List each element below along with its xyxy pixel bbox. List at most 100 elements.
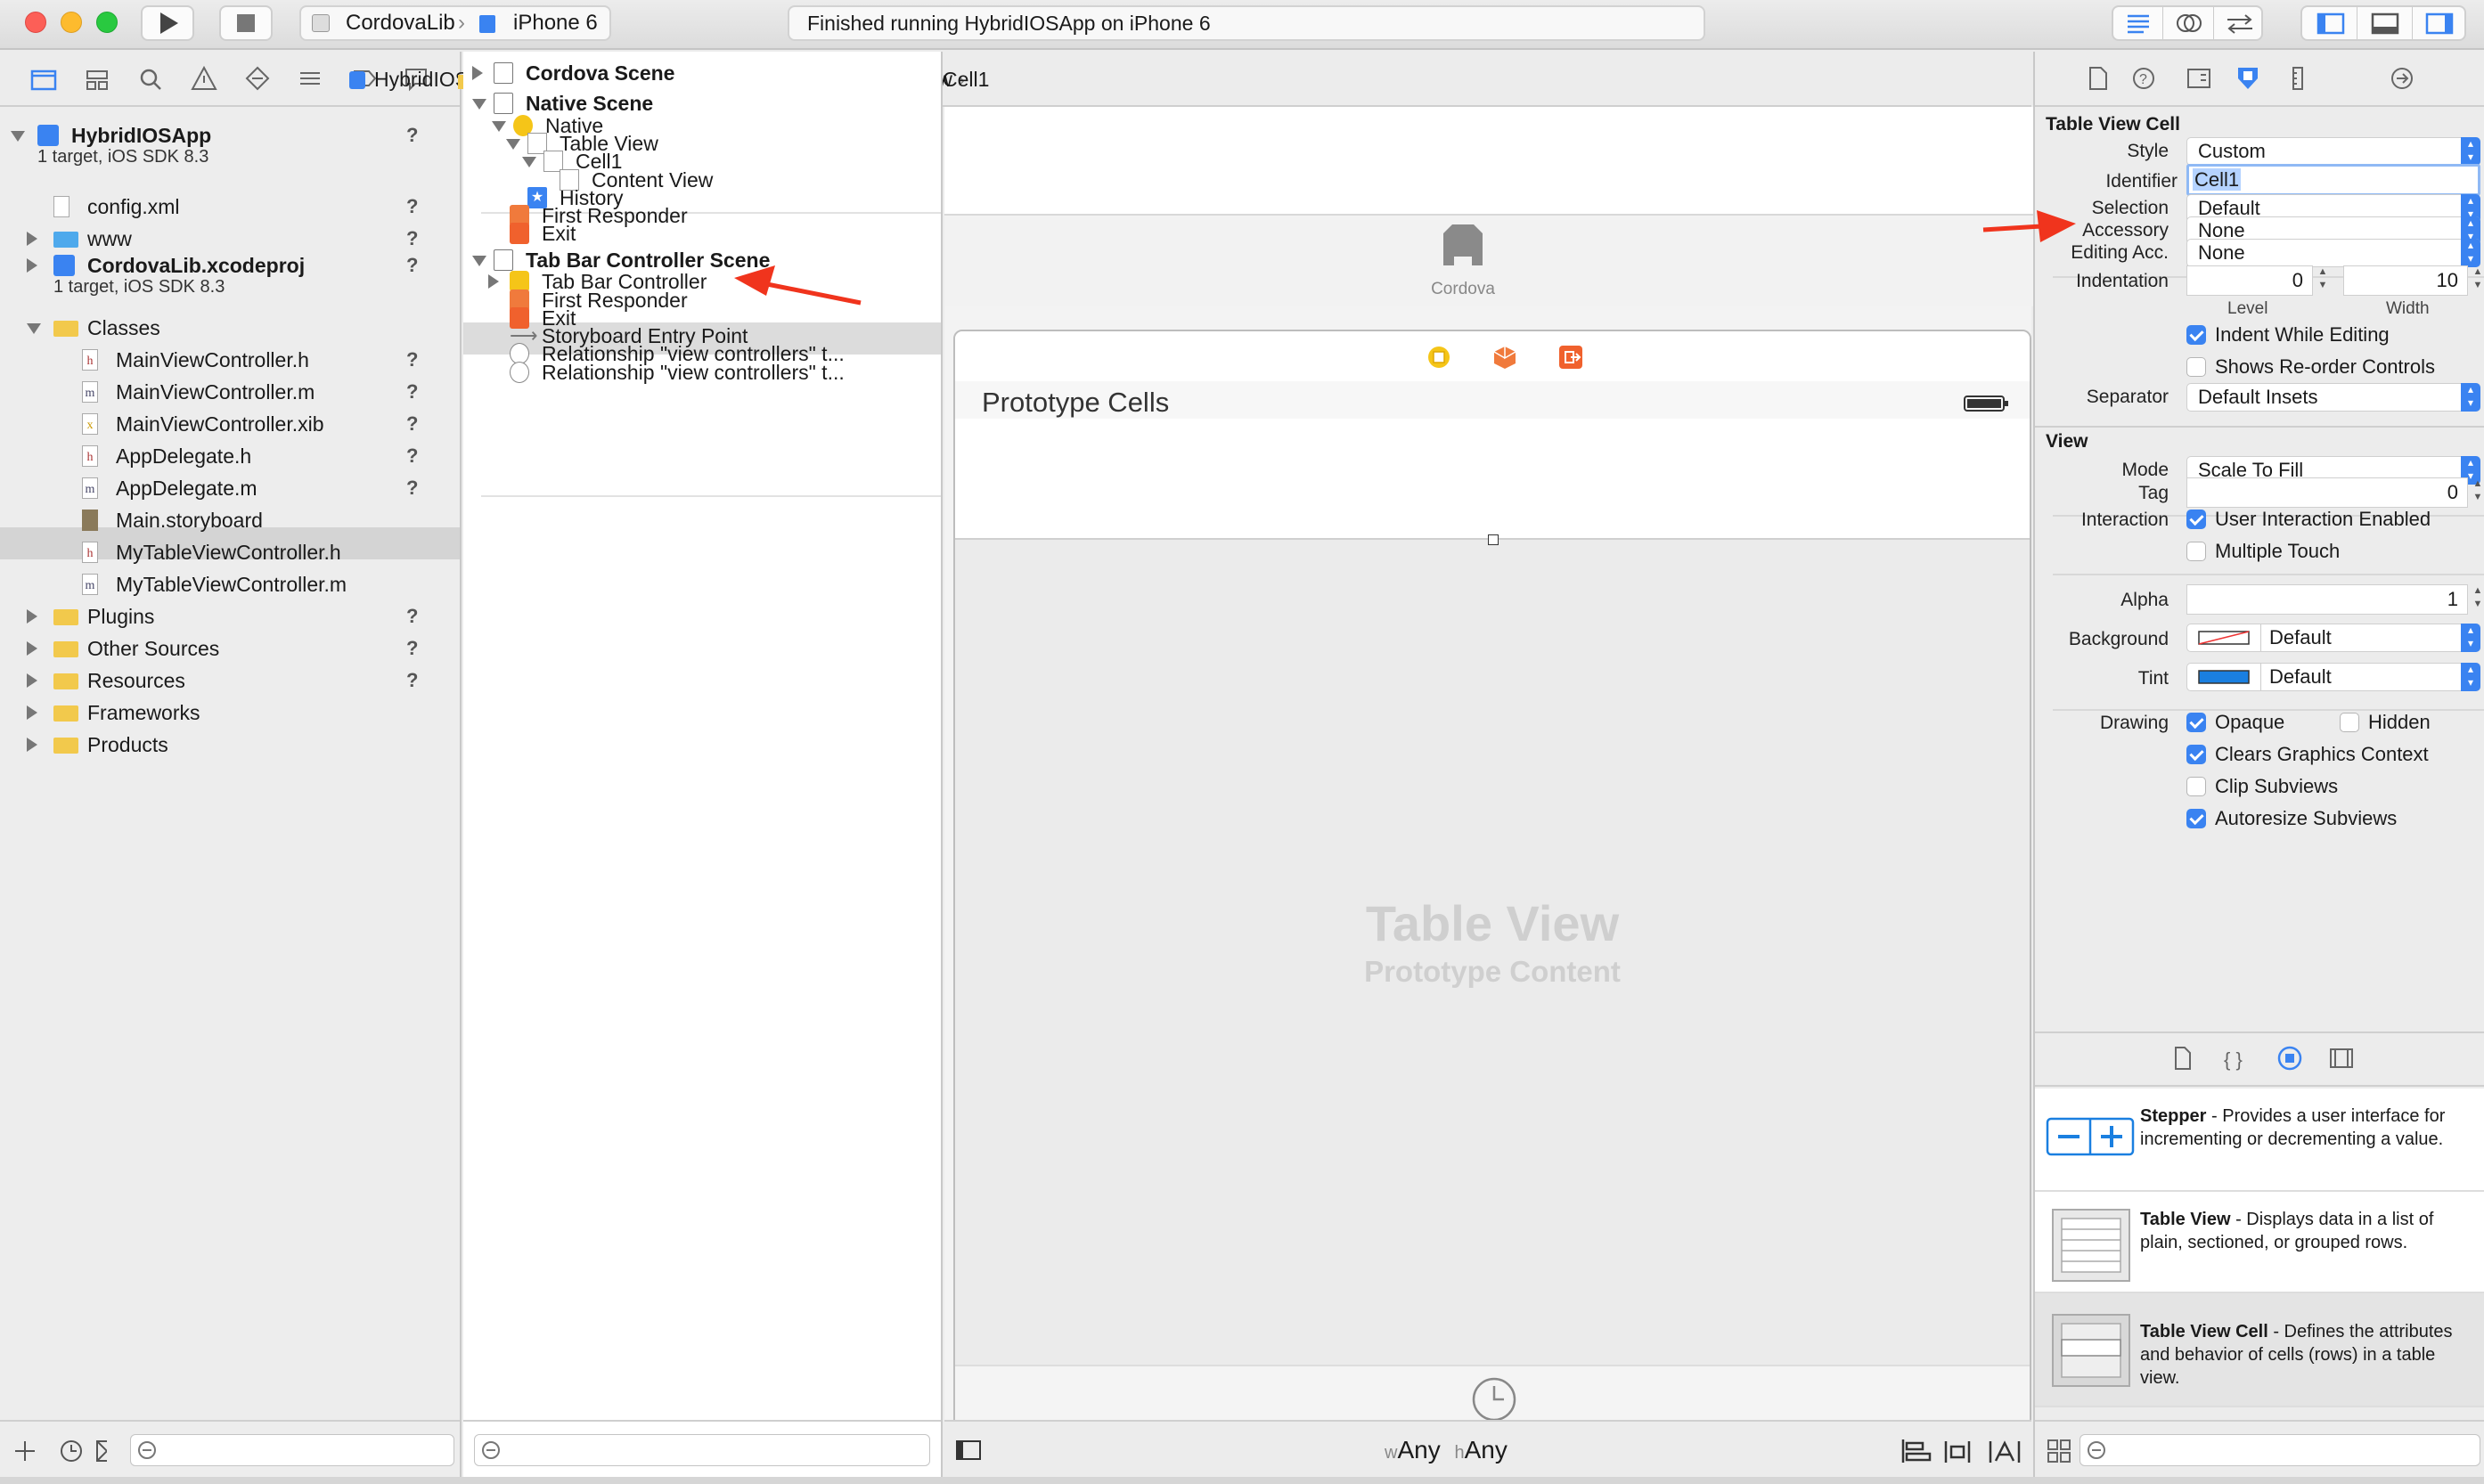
disclosure-closed-icon[interactable] [27, 641, 37, 656]
pin-icon[interactable] [1944, 1441, 1971, 1463]
navigator-item[interactable]: HybridIOSApp 1 target, iOS SDK 8.3? [0, 119, 460, 173]
standard-editor-button[interactable] [2113, 7, 2163, 39]
document-outline-toggle-icon[interactable] [955, 1439, 982, 1463]
object-library-icon[interactable] [2277, 1046, 2302, 1071]
scheme-selector[interactable]: CordovaLib › iPhone 6 [299, 5, 611, 41]
library-item-stepper[interactable]: Stepper - Provides a user interface for … [2035, 1089, 2484, 1192]
grid-view-icon[interactable] [2046, 1438, 2072, 1464]
library-item-table-view-cell[interactable]: Table View Cell - Defines the attributes… [2035, 1293, 2484, 1407]
prototype-cell-cell1[interactable] [955, 419, 2030, 540]
code-snippet-icon[interactable]: { } [2224, 1048, 2243, 1071]
toggle-navigator-button[interactable] [2302, 7, 2357, 39]
alpha-field[interactable]: 1 [2186, 584, 2468, 615]
navigator-item[interactable]: config.xml? [0, 191, 460, 223]
outline-item[interactable]: Cordova Scene [463, 57, 941, 89]
level-stepper[interactable]: ▲ ▼ [2315, 265, 2331, 296]
indentation-level-field[interactable]: 0 [2186, 265, 2313, 296]
clip-subviews-checkbox[interactable] [2186, 777, 2206, 796]
cell-resize-handle[interactable] [1488, 534, 1499, 545]
cordova-view-controller-icon[interactable] [1434, 221, 1491, 271]
navigator-item[interactable]: Products [0, 729, 460, 761]
resolve-issues-icon[interactable] [1989, 1440, 2021, 1463]
disclosure-open-icon[interactable] [11, 131, 25, 142]
clears-graphics-checkbox[interactable] [2186, 745, 2206, 764]
add-icon[interactable] [15, 1441, 35, 1461]
native-scene[interactable]: Prototype Cells Table View Prototype Con… [953, 330, 2031, 1432]
navigator-item[interactable]: h MyTableViewController.h [0, 536, 460, 568]
test-icon[interactable] [245, 66, 270, 91]
navigator-item[interactable]: Classes [0, 312, 460, 344]
connections-inspector-icon[interactable] [2391, 68, 2413, 89]
separator-select[interactable]: Default Insets ▴ ▾ [2186, 383, 2480, 412]
media-library-icon[interactable] [2330, 1048, 2353, 1068]
version-editor-button[interactable] [2215, 7, 2265, 39]
navigator-item[interactable]: Frameworks [0, 697, 460, 729]
user-interaction-checkbox[interactable] [2186, 510, 2206, 529]
size-inspector-icon[interactable] [2292, 67, 2303, 90]
folder-icon[interactable] [30, 69, 57, 91]
stop-button[interactable] [219, 5, 273, 41]
navigator-item[interactable]: Plugins? [0, 600, 460, 632]
storyboard-canvas[interactable]: Cordova Prototype Cells Table View Proto… [944, 107, 2047, 1477]
navigator-item[interactable]: h MainViewController.h? [0, 344, 460, 376]
disclosure-closed-icon[interactable] [27, 609, 37, 624]
exit-segue-icon[interactable] [1470, 1375, 1518, 1423]
hidden-checkbox[interactable] [2340, 713, 2359, 732]
search-icon[interactable] [140, 69, 161, 90]
identifier-field[interactable]: Cell1 [2186, 164, 2480, 196]
disclosure-closed-icon[interactable] [27, 673, 37, 688]
exit-dock-icon[interactable] [1557, 344, 1584, 371]
attributes-inspector-icon[interactable] [2238, 68, 2258, 89]
size-class-control[interactable]: wAny hAny [1385, 1436, 1508, 1464]
navigator-item[interactable]: Other Sources? [0, 632, 460, 665]
disclosure-open-icon[interactable] [27, 323, 41, 334]
view-controller-dock-icon[interactable] [1426, 344, 1452, 371]
editing-accessory-select[interactable]: None ▴ ▾ [2186, 239, 2480, 267]
disclosure-open-icon[interactable] [472, 99, 486, 110]
style-select[interactable]: Custom ▴ ▾ [2186, 137, 2480, 166]
debug-icon[interactable] [300, 72, 320, 85]
align-icon[interactable] [1901, 1439, 1932, 1463]
outline-filter-field[interactable] [474, 1434, 930, 1466]
navigator-item[interactable]: h AppDelegate.h? [0, 440, 460, 472]
tint-select[interactable]: Default ▴ ▾ [2186, 663, 2480, 691]
width-stepper[interactable]: ▲ ▼ [2470, 265, 2484, 296]
disclosure-closed-icon[interactable] [27, 705, 37, 720]
navigator-item[interactable]: CordovaLib.xcodeproj 1 target, iOS SDK 8.… [0, 249, 460, 303]
run-button[interactable] [141, 5, 194, 41]
zoom-window-button[interactable] [96, 12, 118, 33]
autoresize-subviews-checkbox[interactable] [2186, 809, 2206, 828]
disclosure-closed-icon[interactable] [27, 232, 37, 246]
recent-files-icon[interactable] [61, 1440, 82, 1462]
alpha-stepper[interactable]: ▲ ▼ [2470, 584, 2484, 615]
warning-icon[interactable] [191, 65, 217, 90]
first-responder-dock-icon[interactable] [1491, 344, 1518, 371]
navigator-item[interactable]: x MainViewController.xib? [0, 408, 460, 440]
assistant-editor-button[interactable] [2164, 7, 2214, 39]
indent-while-editing-checkbox[interactable] [2186, 325, 2206, 345]
shows-reorder-checkbox[interactable] [2186, 357, 2206, 377]
hierarchy-icon[interactable] [86, 70, 108, 90]
toggle-debug-button[interactable] [2357, 7, 2413, 39]
indentation-width-field[interactable]: 10 [2343, 265, 2468, 296]
navigator-item[interactable]: m MyTableViewController.m [0, 568, 460, 600]
disclosure-closed-icon[interactable] [27, 738, 37, 752]
navigator-filter-field[interactable] [130, 1434, 454, 1466]
file-inspector-icon[interactable] [2089, 67, 2107, 90]
identity-inspector-icon[interactable] [2187, 69, 2210, 88]
navigator-item[interactable]: Resources? [0, 665, 460, 697]
toggle-utilities-button[interactable] [2413, 7, 2468, 39]
file-template-icon[interactable] [2175, 1047, 2191, 1070]
disclosure-closed-icon[interactable] [472, 66, 483, 80]
minimize-window-button[interactable] [61, 12, 82, 33]
tag-field[interactable]: 0 [2186, 477, 2468, 508]
opaque-checkbox[interactable] [2186, 713, 2206, 732]
navigator-item[interactable]: Main.storyboard [0, 504, 460, 536]
close-window-button[interactable] [25, 12, 46, 33]
tag-stepper[interactable]: ▲ ▼ [2470, 477, 2484, 508]
library-filter-field[interactable] [2080, 1434, 2480, 1466]
outline-item[interactable]: Relationship "view controllers" t... [463, 356, 941, 388]
navigator-item[interactable]: m MainViewController.m? [0, 376, 460, 408]
quick-help-icon[interactable]: ? [2133, 68, 2154, 89]
scm-filter-icon[interactable] [96, 1440, 107, 1462]
